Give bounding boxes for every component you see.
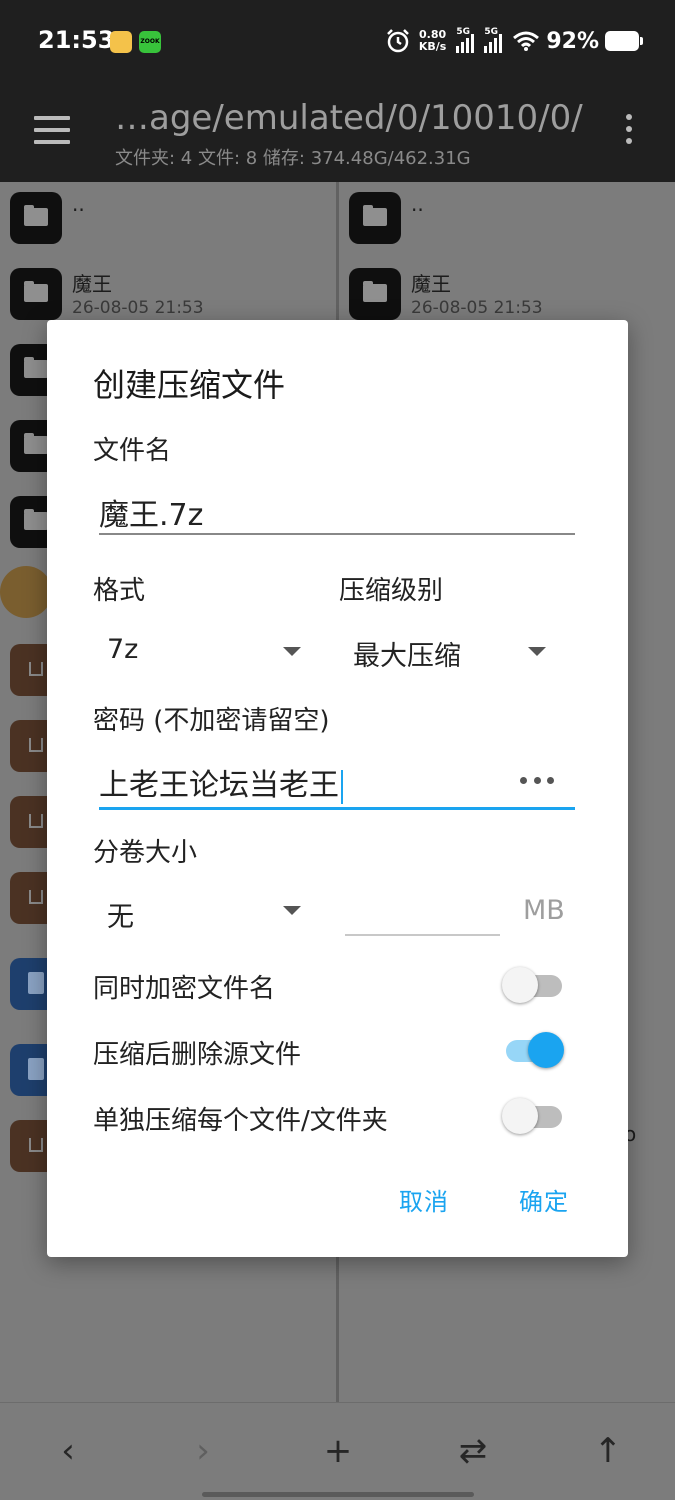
file-name: .. — [72, 192, 85, 216]
back-button[interactable]: ‹ — [48, 1431, 88, 1471]
forward-button[interactable]: › — [183, 1431, 223, 1471]
dialog-title: 创建压缩文件 — [93, 366, 286, 404]
compression-level-value: 最大压缩 — [353, 641, 461, 672]
encrypt-filenames-label: 同时加密文件名 — [93, 974, 276, 1004]
bottom-navigation-bar: ‹ › + ⇄ ↑ — [0, 1402, 675, 1500]
current-path[interactable]: …age/emulated/0/10010/0/ — [115, 98, 583, 138]
home-indicator[interactable] — [202, 1492, 474, 1497]
password-label: 密码 (不加密请留空) — [93, 706, 330, 736]
signal-icon-sim2: 5G — [484, 27, 504, 53]
show-password-icon[interactable] — [520, 777, 554, 785]
create-archive-dialog: 创建压缩文件 文件名 魔王.7z 格式 压缩级别 7z 最大压缩 密码 (不加密… — [47, 320, 628, 1257]
password-input[interactable]: 上老王论坛当老王 — [99, 760, 343, 804]
chevron-down-icon — [528, 647, 546, 656]
volume-size-input[interactable] — [345, 892, 500, 932]
alarm-icon — [386, 29, 409, 53]
folder-icon — [10, 192, 62, 244]
folder-icon — [349, 192, 401, 244]
filename-label: 文件名 — [93, 436, 172, 466]
add-button[interactable]: + — [318, 1431, 358, 1471]
parent-directory-button[interactable]: ↑ — [588, 1431, 628, 1471]
volume-size-unit: MB — [523, 895, 565, 926]
notification-zook-icon: ZOOK — [139, 31, 161, 53]
password-text: 上老王论坛当老王 — [99, 768, 339, 803]
status-time: 21:53 — [38, 26, 115, 54]
file-date: 26-08-05 21:53 — [411, 298, 543, 318]
app-toolbar: …age/emulated/0/10010/0/ 文件夹: 4 文件: 8 储存… — [0, 84, 675, 182]
status-indicators: 0.80 KB/s 5G 5G 92% — [385, 24, 643, 58]
more-options-icon[interactable] — [624, 114, 634, 148]
encrypt-filenames-toggle[interactable] — [502, 965, 564, 1005]
battery-percent: 92% — [546, 28, 599, 54]
swap-panes-button[interactable]: ⇄ — [453, 1431, 493, 1471]
compression-level-label: 压缩级别 — [339, 576, 444, 606]
folder-icon — [10, 268, 62, 320]
battery-icon — [605, 31, 643, 51]
volume-size-label: 分卷大小 — [93, 838, 198, 868]
compress-separately-toggle[interactable] — [502, 1096, 564, 1136]
format-value: 7z — [107, 634, 139, 665]
folder-row[interactable]: 魔王 26-08-05 21:53 — [10, 268, 330, 328]
file-name: 魔王 — [72, 272, 112, 296]
delete-source-toggle[interactable] — [502, 1030, 564, 1070]
folder-row[interactable]: 魔王 26-08-05 21:53 — [349, 268, 669, 328]
parent-folder-row[interactable]: .. — [349, 192, 669, 252]
file-date: 26-08-05 21:53 — [72, 298, 204, 318]
folder-summary: 文件夹: 4 文件: 8 储存: 374.48G/462.31G — [115, 148, 471, 169]
signal-icon-sim1: 5G — [456, 27, 476, 53]
wifi-icon — [513, 31, 540, 51]
filename-input[interactable]: 魔王.7z — [99, 490, 203, 534]
parent-folder-row[interactable]: .. — [10, 192, 330, 252]
compress-separately-label: 单独压缩每个文件/文件夹 — [93, 1106, 388, 1136]
network-speed: 0.80 KB/s — [418, 28, 447, 53]
volume-size-value: 无 — [107, 902, 134, 933]
text-cursor — [341, 769, 343, 804]
chevron-down-icon — [283, 647, 301, 656]
volume-size-underline — [345, 934, 500, 936]
password-underline — [99, 807, 575, 810]
format-label: 格式 — [93, 576, 146, 606]
status-bar: 21:53 ZOOK 0.80 KB/s 5G 5G 92% — [0, 0, 675, 84]
file-name: 魔王 — [411, 272, 451, 296]
notification-app-icon — [110, 31, 132, 53]
confirm-button[interactable]: 确定 — [519, 1182, 569, 1217]
file-name: .. — [411, 192, 424, 216]
menu-icon[interactable] — [34, 116, 70, 144]
filename-underline — [99, 533, 575, 535]
cancel-button[interactable]: 取消 — [399, 1182, 449, 1217]
delete-source-label: 压缩后删除源文件 — [93, 1040, 302, 1070]
chevron-down-icon — [283, 906, 301, 915]
folder-icon — [349, 268, 401, 320]
image-thumbnail-icon — [0, 566, 52, 618]
